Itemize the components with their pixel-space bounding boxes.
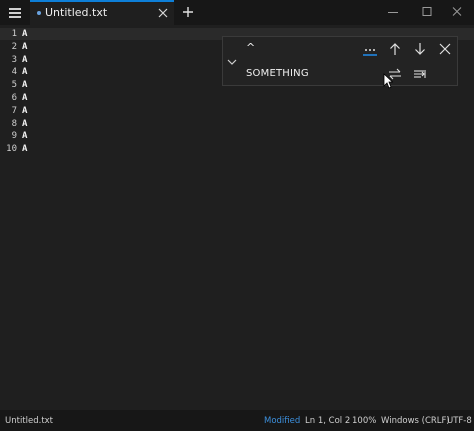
replace-input[interactable]: SOMETHING (246, 68, 309, 79)
code-line: A (22, 54, 28, 65)
line-number: 3 (11, 54, 17, 65)
line-number: 9 (11, 131, 17, 142)
code-line: A (22, 131, 28, 142)
status-modified: Modified (264, 416, 301, 426)
line-number-gutter: 1 2 3 4 5 6 7 8 9 10 (0, 28, 20, 156)
modified-dot-icon (37, 11, 41, 15)
code-line: A (22, 41, 28, 52)
replace-all-icon[interactable] (412, 66, 428, 82)
minimize-icon[interactable] (376, 0, 410, 25)
code-line: A (22, 92, 28, 103)
line-number: 1 (11, 29, 17, 39)
line-number: 8 (11, 118, 17, 129)
code-text[interactable]: A A A A A A A A A A (22, 28, 27, 156)
arrow-down-icon[interactable] (412, 41, 428, 57)
tab-close-icon[interactable] (156, 6, 170, 20)
tab-label: Untitled.txt (45, 6, 108, 19)
status-filename: Untitled.txt (5, 416, 54, 426)
find-input[interactable]: ^ (246, 41, 255, 54)
chevron-down-icon[interactable] (225, 55, 239, 69)
status-encoding[interactable]: UTF-8 (447, 416, 472, 426)
tab-untitled[interactable]: Untitled.txt (30, 0, 174, 25)
code-line: A (22, 105, 28, 116)
status-line-ending[interactable]: Windows (CRLF) (381, 416, 450, 426)
arrow-up-icon[interactable] (387, 41, 403, 57)
status-zoom[interactable]: 100% (352, 416, 376, 426)
line-number: 6 (11, 92, 17, 103)
find-replace-panel: ^ SOMETHING (222, 36, 458, 86)
code-line: A (22, 80, 28, 91)
maximize-icon[interactable] (410, 0, 444, 25)
status-bar: Untitled.txt Modified Ln 1, Col 2 100% W… (0, 410, 474, 431)
more-options-icon[interactable] (362, 42, 378, 58)
hamburger-menu-icon[interactable] (0, 0, 30, 25)
close-icon[interactable] (437, 41, 453, 57)
line-number: 5 (11, 80, 17, 91)
code-line: A (22, 118, 28, 129)
mouse-pointer-icon (383, 73, 393, 89)
code-line: A (22, 67, 28, 78)
line-number: 4 (11, 67, 17, 78)
code-line: A (22, 144, 28, 155)
line-number: 10 (6, 144, 17, 155)
line-number: 7 (11, 105, 17, 116)
code-line: A (22, 29, 28, 39)
title-bar: Untitled.txt (0, 0, 474, 25)
status-cursor-position[interactable]: Ln 1, Col 2 (305, 416, 350, 426)
window-close-icon[interactable] (440, 0, 474, 25)
line-number: 2 (11, 41, 17, 52)
plus-icon[interactable] (178, 1, 198, 23)
